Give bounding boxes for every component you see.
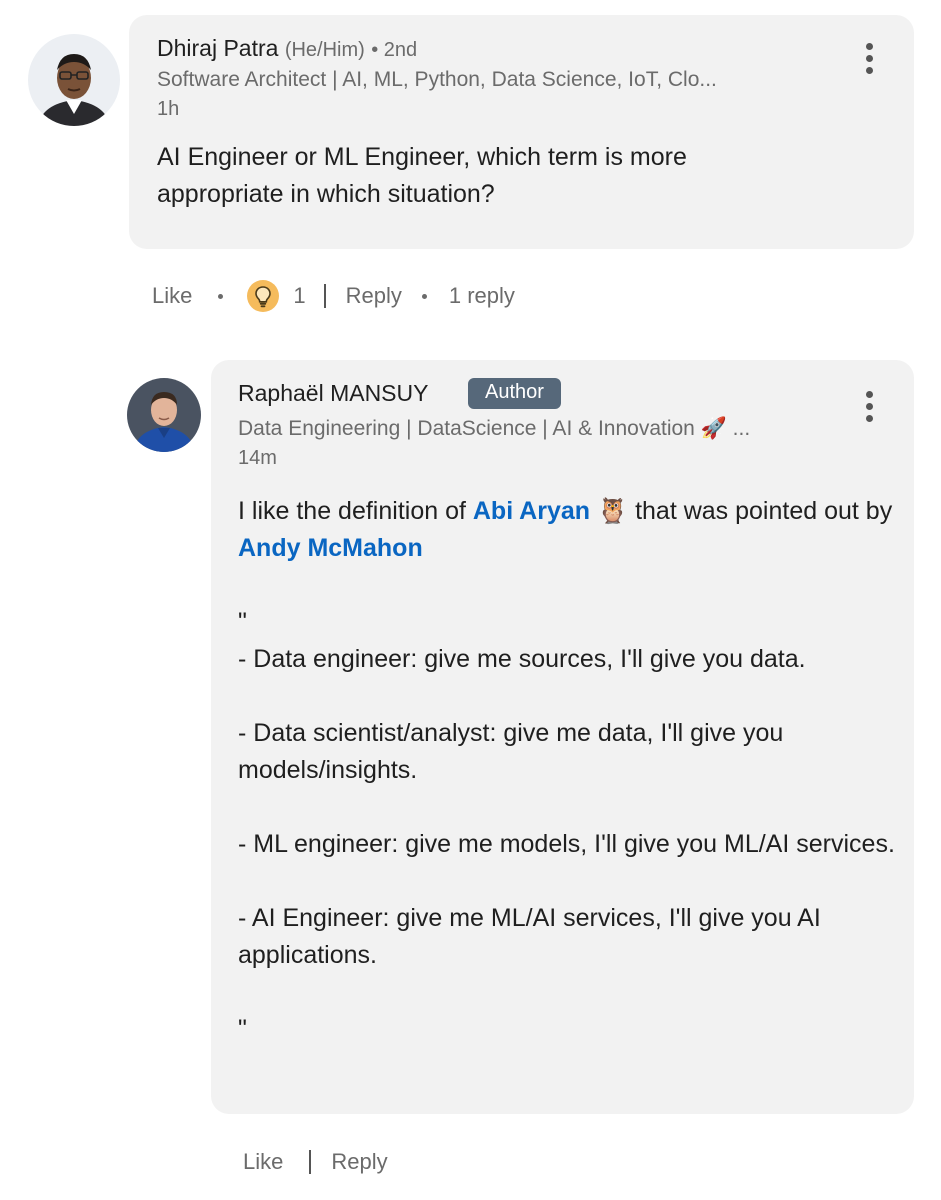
comment-author-headline: Software Architect | AI, ML, Python, Dat… <box>157 68 717 91</box>
reply-author-name[interactable]: Raphaël MANSUY <box>238 380 428 407</box>
comment-timestamp: 1h <box>157 98 180 120</box>
definition-data-scientist: - Data scientist/analyst: give me data, … <box>238 719 784 784</box>
reply-text: I like the definition of Abi Aryan 🦉 tha… <box>238 493 898 1048</box>
comment-actions: Like 1 Reply 1 reply <box>152 280 515 312</box>
separator-dot <box>421 293 427 299</box>
reaction-count[interactable]: 1 <box>293 283 305 309</box>
reply-intro: I like the definition of Abi Aryan 🦉 tha… <box>238 493 898 567</box>
separator-bar <box>309 1150 312 1174</box>
comment-like-button[interactable]: Like <box>152 283 192 309</box>
comment-author-line: Dhiraj Patra (He/Him) • 2nd <box>157 35 417 62</box>
definition-data-engineer: - Data engineer: give me sources, I'll g… <box>238 645 806 673</box>
more-options-icon[interactable] <box>859 43 879 83</box>
separator-dot <box>218 293 224 299</box>
reply-actions: Like Reply <box>243 1146 388 1178</box>
definition-ml-engineer: - ML engineer: give me models, I'll give… <box>238 830 895 858</box>
avatar-raphael[interactable] <box>127 378 201 452</box>
view-replies-link[interactable]: 1 reply <box>449 283 515 309</box>
comment-reply-button[interactable]: Reply <box>346 283 402 309</box>
reply-intro-text: I like the definition of <box>238 497 473 525</box>
mention-abi-aryan[interactable]: Abi Aryan <box>473 497 590 525</box>
reply-bubble: Raphaël MANSUY Author Data Engineering |… <box>211 360 914 1114</box>
more-options-icon[interactable] <box>859 391 879 431</box>
avatar-dhiraj[interactable] <box>28 34 120 126</box>
comment-connection-degree: • 2nd <box>371 39 418 61</box>
author-badge: Author <box>468 378 561 409</box>
quote-open: " <box>238 608 247 636</box>
lightbulb-icon[interactable] <box>247 280 280 312</box>
reply-like-button[interactable]: Like <box>243 1149 283 1175</box>
comment-text: AI Engineer or ML Engineer, which term i… <box>157 143 687 208</box>
comment-author-pronouns: (He/Him) <box>284 39 365 61</box>
mention-andy-mcmahon[interactable]: Andy McMahon <box>238 534 423 562</box>
quote-close: " <box>238 1015 247 1043</box>
reply-intro-text-2: that was pointed out by <box>628 497 893 525</box>
reply-timestamp: 14m <box>238 447 277 469</box>
separator-bar <box>323 284 326 308</box>
reply-author-headline: Data Engineering | DataScience | AI & In… <box>238 417 751 440</box>
definition-ai-engineer: - AI Engineer: give me ML/AI services, I… <box>238 904 821 969</box>
comment-bubble: Dhiraj Patra (He/Him) • 2nd Software Arc… <box>129 15 914 249</box>
owl-emoji: 🦉 <box>596 497 629 525</box>
reply-reply-button[interactable]: Reply <box>331 1149 387 1175</box>
comment-author-name[interactable]: Dhiraj Patra <box>157 35 278 61</box>
